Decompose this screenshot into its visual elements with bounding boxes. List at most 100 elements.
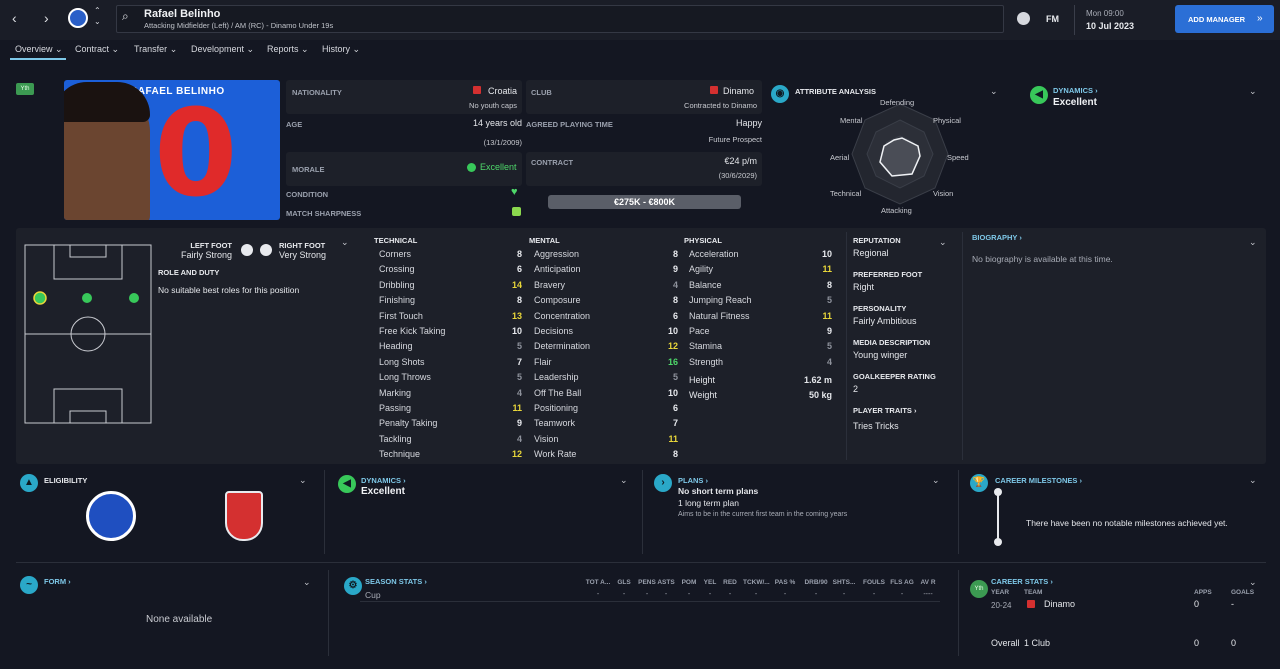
- club-crest-icon[interactable]: [68, 8, 88, 28]
- role-duty-title: ROLE AND DUTY: [158, 268, 220, 277]
- attribute-strength[interactable]: Strength 4: [689, 355, 832, 370]
- attribute-analysis-menu-icon[interactable]: ⌄: [990, 86, 998, 97]
- gk-rating-label: GOALKEEPER RATING: [853, 372, 936, 381]
- season-col-fls-ag[interactable]: FLS AG: [889, 579, 915, 586]
- attribute-off-the-ball[interactable]: Off The Ball 10: [534, 386, 678, 401]
- attribute-concentration[interactable]: Concentration 6: [534, 309, 678, 324]
- attribute-technique[interactable]: Technique 12: [379, 447, 522, 462]
- attribute-analysis-title[interactable]: ATTRIBUTE ANALYSIS: [795, 87, 876, 96]
- attribute-flair[interactable]: Flair 16: [534, 355, 678, 370]
- attribute-heading[interactable]: Heading 5: [379, 339, 522, 354]
- attribute-decisions[interactable]: Decisions 10: [534, 324, 678, 339]
- skull-icon[interactable]: [1017, 12, 1030, 25]
- season-col-fouls[interactable]: FOULS: [861, 579, 887, 586]
- tab-contract[interactable]: Contract ⌄: [75, 44, 119, 55]
- search-icon: ⌕: [122, 9, 129, 23]
- form-menu-icon[interactable]: ⌄: [303, 577, 311, 588]
- attribute-first-touch[interactable]: First Touch 13: [379, 309, 522, 324]
- attribute-name: Long Throws: [379, 372, 431, 383]
- attribute-determination[interactable]: Determination 12: [534, 339, 678, 354]
- player-traits-label[interactable]: PLAYER TRAITS ›: [853, 406, 917, 415]
- attribute-long-shots[interactable]: Long Shots 7: [379, 355, 522, 370]
- attribute-long-throws[interactable]: Long Throws 5: [379, 370, 522, 385]
- biography-menu-icon[interactable]: ⌄: [1249, 237, 1257, 248]
- attribute-stamina[interactable]: Stamina 5: [689, 339, 832, 354]
- dynamics-mid-menu-icon[interactable]: ⌄: [620, 475, 628, 486]
- eligibility-menu-icon[interactable]: ⌄: [299, 475, 307, 486]
- forward-icon[interactable]: ›: [44, 10, 49, 26]
- season-col-drb-90[interactable]: DRB/90: [803, 579, 829, 586]
- season-col-shts[interactable]: SHTS...: [831, 579, 857, 586]
- attribute-leadership[interactable]: Leadership 5: [534, 370, 678, 385]
- career-team[interactable]: Dinamo: [1044, 599, 1075, 609]
- form-title[interactable]: FORM ›: [44, 577, 71, 586]
- age-label: AGE: [286, 120, 303, 129]
- attribute-name: Aggression: [534, 249, 580, 259]
- attribute-positioning[interactable]: Positioning 6: [534, 401, 678, 416]
- season-col-red[interactable]: RED: [717, 579, 743, 586]
- dynamics-menu-icon[interactable]: ⌄: [1249, 86, 1257, 97]
- fm-button[interactable]: FM: [1046, 14, 1059, 24]
- divider: [846, 232, 847, 460]
- attribute-natural-fitness[interactable]: Natural Fitness 11: [689, 309, 832, 324]
- chevron-down-icon[interactable]: ⌄: [94, 17, 101, 26]
- attribute-agility[interactable]: Agility 11: [689, 262, 832, 277]
- position-menu-icon[interactable]: ⌄: [341, 237, 349, 248]
- attribute-bravery[interactable]: Bravery 4: [534, 278, 678, 293]
- attribute-work-rate[interactable]: Work Rate 8: [534, 447, 678, 462]
- nationality-value[interactable]: Croatia: [488, 86, 517, 96]
- biography-title[interactable]: BIOGRAPHY ›: [972, 233, 1022, 242]
- season-col-pas[interactable]: PAS %: [772, 579, 798, 586]
- back-icon[interactable]: ‹: [12, 10, 17, 26]
- attribute-balance[interactable]: Balance 8: [689, 278, 832, 293]
- attribute-composure[interactable]: Composure 8: [534, 293, 678, 308]
- attribute-name: Strength: [689, 356, 724, 367]
- croatia-crest-icon[interactable]: [225, 491, 263, 541]
- tab-reports[interactable]: Reports ⌄: [267, 44, 309, 55]
- attribute-crossing[interactable]: Crossing 6: [379, 262, 522, 277]
- attribute-passing[interactable]: Passing 11: [379, 401, 522, 416]
- attribute-marking[interactable]: Marking 4: [379, 386, 522, 401]
- attribute-jumping-reach[interactable]: Jumping Reach 5: [689, 293, 832, 308]
- tab-history[interactable]: History ⌄: [322, 44, 360, 55]
- radar-label-physical: Physical: [933, 116, 961, 125]
- career-stats-menu-icon[interactable]: ⌄: [1249, 577, 1257, 588]
- milestones-menu-icon[interactable]: ⌄: [1249, 475, 1257, 486]
- career-stats-title[interactable]: CAREER STATS ›: [991, 577, 1053, 586]
- attribute-tackling[interactable]: Tackling 4: [379, 432, 522, 447]
- plans-title[interactable]: PLANS ›: [678, 476, 708, 485]
- attribute-vision[interactable]: Vision 11: [534, 432, 678, 447]
- attribute-corners[interactable]: Corners 8: [379, 247, 522, 262]
- attribute-teamwork[interactable]: Teamwork 7: [534, 416, 678, 431]
- attribute-penalty-taking[interactable]: Penalty Taking 9: [379, 416, 522, 431]
- attribute-value: 8: [672, 449, 678, 460]
- milestones-title[interactable]: CAREER MILESTONES ›: [995, 476, 1082, 485]
- tab-overview[interactable]: Overview ⌄: [15, 44, 63, 55]
- season-col-tot-a[interactable]: TOT A...: [585, 579, 611, 586]
- physical-title: PHYSICAL: [684, 236, 722, 245]
- attribute-value: 9: [516, 418, 522, 429]
- season-col-tckw[interactable]: TCKW/...: [743, 579, 770, 586]
- attribute-free-kick-taking[interactable]: Free Kick Taking 10: [379, 324, 522, 339]
- attribute-anticipation[interactable]: Anticipation 9: [534, 262, 678, 277]
- position-pitch[interactable]: [24, 244, 152, 424]
- plans-menu-icon[interactable]: ⌄: [932, 475, 940, 486]
- attribute-dribbling[interactable]: Dribbling 14: [379, 278, 522, 293]
- morale-value[interactable]: Excellent: [480, 162, 517, 172]
- tab-development[interactable]: Development ⌄: [191, 44, 254, 55]
- tab-transfer[interactable]: Transfer ⌄: [134, 44, 177, 55]
- club-value[interactable]: Dinamo: [723, 86, 754, 96]
- contract-label: CONTRACT: [531, 158, 574, 167]
- dynamics-title[interactable]: DYNAMICS ›: [1053, 86, 1098, 95]
- attribute-aggression[interactable]: Aggression 8: [534, 247, 678, 262]
- attribute-acceleration[interactable]: Acceleration 10: [689, 247, 832, 262]
- season-stats-title[interactable]: SEASON STATS ›: [365, 577, 427, 586]
- dynamics-mid-title[interactable]: DYNAMICS ›: [361, 476, 406, 485]
- attribute-pace[interactable]: Pace 9: [689, 324, 832, 339]
- info-menu-icon[interactable]: ⌄: [939, 237, 947, 248]
- dinamo-crest-icon[interactable]: [86, 491, 136, 541]
- career-team-label: TEAM: [1024, 589, 1043, 596]
- season-col-av-r[interactable]: AV R: [915, 579, 941, 586]
- chevron-up-icon[interactable]: ⌃: [94, 6, 101, 15]
- attribute-finishing[interactable]: Finishing 8: [379, 293, 522, 308]
